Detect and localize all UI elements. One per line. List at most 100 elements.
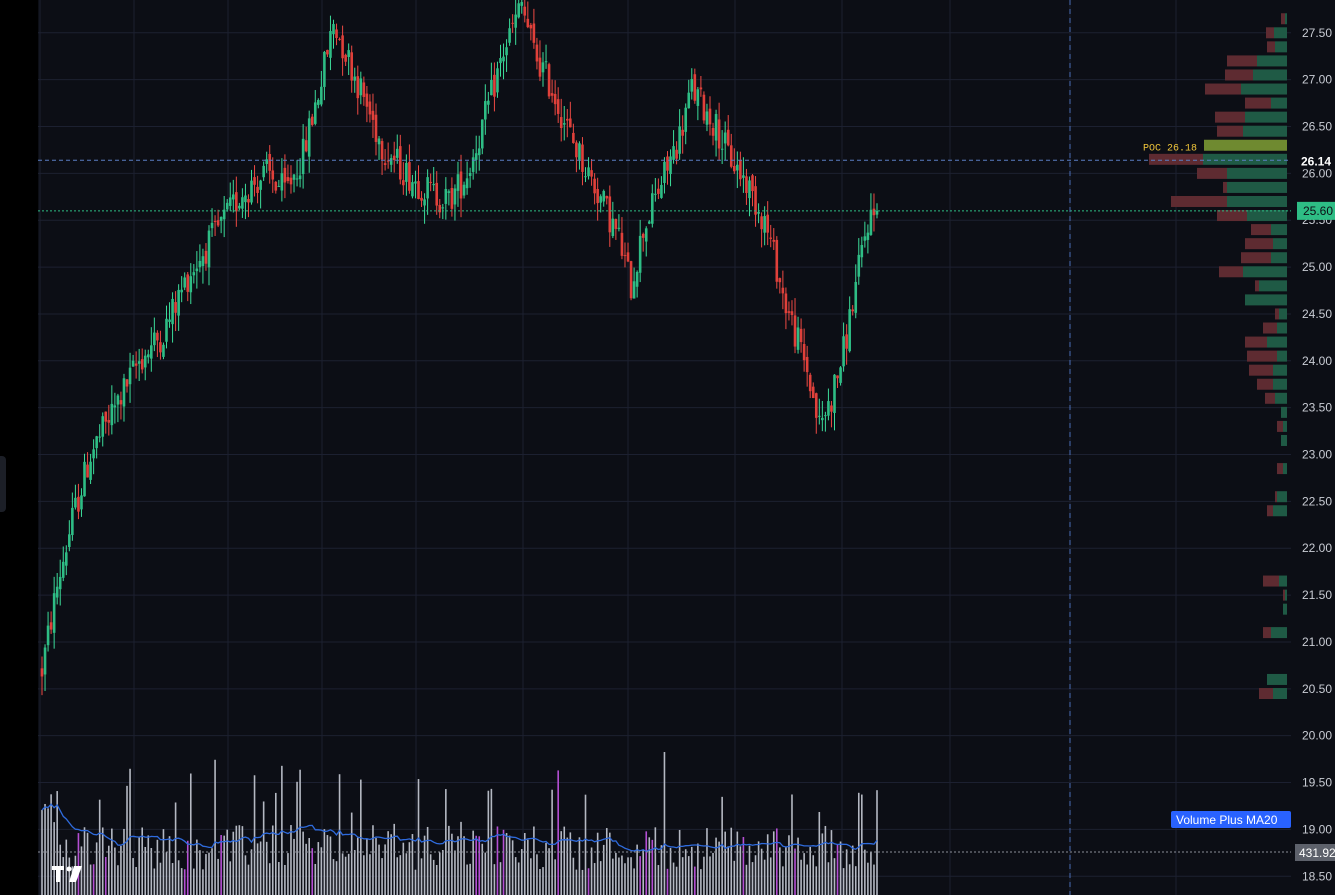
candle-body xyxy=(678,126,681,154)
candle-body xyxy=(493,74,496,97)
volume-bar xyxy=(159,862,162,895)
candle-body xyxy=(869,209,873,235)
volume-bar xyxy=(356,837,359,895)
profile-bar-down xyxy=(1263,575,1279,587)
profile-bar-down xyxy=(1267,505,1273,517)
price-tick-label: 19.00 xyxy=(1302,822,1332,836)
profile-bar-down xyxy=(1251,224,1271,236)
candle-body xyxy=(274,181,278,191)
profile-bar-up xyxy=(1253,69,1287,81)
volume-bar xyxy=(511,840,514,895)
volume-bar xyxy=(223,835,225,895)
volume-bar xyxy=(114,847,116,895)
volume-bar xyxy=(654,827,657,895)
volume-bar xyxy=(499,862,502,895)
volume-bar xyxy=(857,792,860,895)
candle-body xyxy=(784,293,788,314)
volume-bar xyxy=(366,839,368,895)
candle-body xyxy=(647,221,651,224)
volume-bar xyxy=(435,865,438,895)
candle-body xyxy=(790,311,794,315)
volume-bar xyxy=(824,825,827,895)
volume-bar xyxy=(141,827,143,895)
volume-bar xyxy=(466,864,468,895)
profile-bar-down xyxy=(1257,378,1273,390)
profile-bar-down xyxy=(1263,322,1277,334)
candle-body xyxy=(398,146,402,180)
profile-bar-down xyxy=(1225,69,1253,81)
candle-body xyxy=(732,165,736,172)
candle-body xyxy=(429,181,432,183)
candle-body xyxy=(298,175,302,180)
volume-bar xyxy=(672,862,675,895)
candle-body xyxy=(802,344,806,361)
candle-body xyxy=(796,327,800,350)
profile-bar-up xyxy=(1241,83,1287,95)
price-chart[interactable]: 18.50 19.00 19.50 20.00 20.50 21.00 21.50 22.00… xyxy=(0,0,1335,895)
profile-bar-down xyxy=(1255,280,1259,292)
candle-body xyxy=(477,148,481,156)
volume-bar xyxy=(287,853,289,895)
volume-bar xyxy=(235,825,238,895)
candle-body xyxy=(259,180,262,190)
candle-body xyxy=(602,190,606,202)
profile-bar-down xyxy=(1247,350,1277,362)
profile-bar-up xyxy=(1271,224,1287,236)
price-tick-label: 23.50 xyxy=(1302,401,1332,415)
candle-body xyxy=(532,23,536,43)
volume-bar xyxy=(275,792,277,895)
profile-bar-down xyxy=(1245,238,1273,250)
candle-body xyxy=(827,401,830,416)
candle-body xyxy=(119,400,123,405)
volume-bar xyxy=(848,864,851,895)
volume-bar xyxy=(95,842,98,895)
candle-body xyxy=(723,132,727,144)
profile-bar-up xyxy=(1245,294,1287,306)
candle-body xyxy=(663,161,666,183)
candle-body xyxy=(423,199,426,206)
volume-bar xyxy=(745,864,748,895)
volume-bar xyxy=(98,799,101,895)
volume-bar xyxy=(214,759,216,895)
price-tick-label: 18.50 xyxy=(1302,869,1332,883)
volume-bar xyxy=(238,825,241,895)
profile-bar-up xyxy=(1277,350,1287,362)
volume-bar xyxy=(138,837,140,895)
volume-bar xyxy=(120,846,122,895)
volume-bar xyxy=(590,847,593,895)
volume-bar xyxy=(754,855,757,895)
profile-bar-down xyxy=(1265,392,1275,404)
candle-body xyxy=(644,228,648,242)
candle-body xyxy=(487,100,490,105)
volume-bar xyxy=(338,774,341,895)
volume-bar xyxy=(411,834,414,895)
price-axis[interactable]: 18.50 19.00 19.50 20.00 20.50 21.00 21.50 22.00… xyxy=(1291,0,1335,895)
volume-bar xyxy=(496,826,499,895)
volume-bar xyxy=(262,801,265,895)
volume-bar xyxy=(533,826,535,895)
candle-body xyxy=(717,119,721,149)
volume-bar xyxy=(86,832,89,895)
volume-bar xyxy=(490,788,493,895)
volume-bar xyxy=(451,833,453,895)
candle-body xyxy=(562,123,566,125)
profile-bar-up xyxy=(1283,463,1287,475)
profile-bar-up xyxy=(1203,153,1287,165)
volume-bar xyxy=(438,852,441,895)
candle-body xyxy=(842,336,845,367)
volume-indicator-badge[interactable]: Volume Plus MA20 xyxy=(1171,811,1291,828)
candle-body xyxy=(465,178,469,189)
candle-body xyxy=(739,160,742,180)
poc-label: POC 26.18 xyxy=(1143,143,1197,154)
candle-body xyxy=(377,138,381,145)
candle-body xyxy=(374,114,378,142)
profile-bar-down xyxy=(1219,266,1243,278)
candle-body xyxy=(86,464,89,478)
candle-body xyxy=(490,79,493,96)
candle-body xyxy=(313,102,317,124)
candle-body xyxy=(660,184,663,198)
volume-bar xyxy=(117,865,119,895)
candle-body xyxy=(95,436,98,449)
profile-bar-down xyxy=(1223,181,1227,193)
volume-bar xyxy=(250,849,253,895)
